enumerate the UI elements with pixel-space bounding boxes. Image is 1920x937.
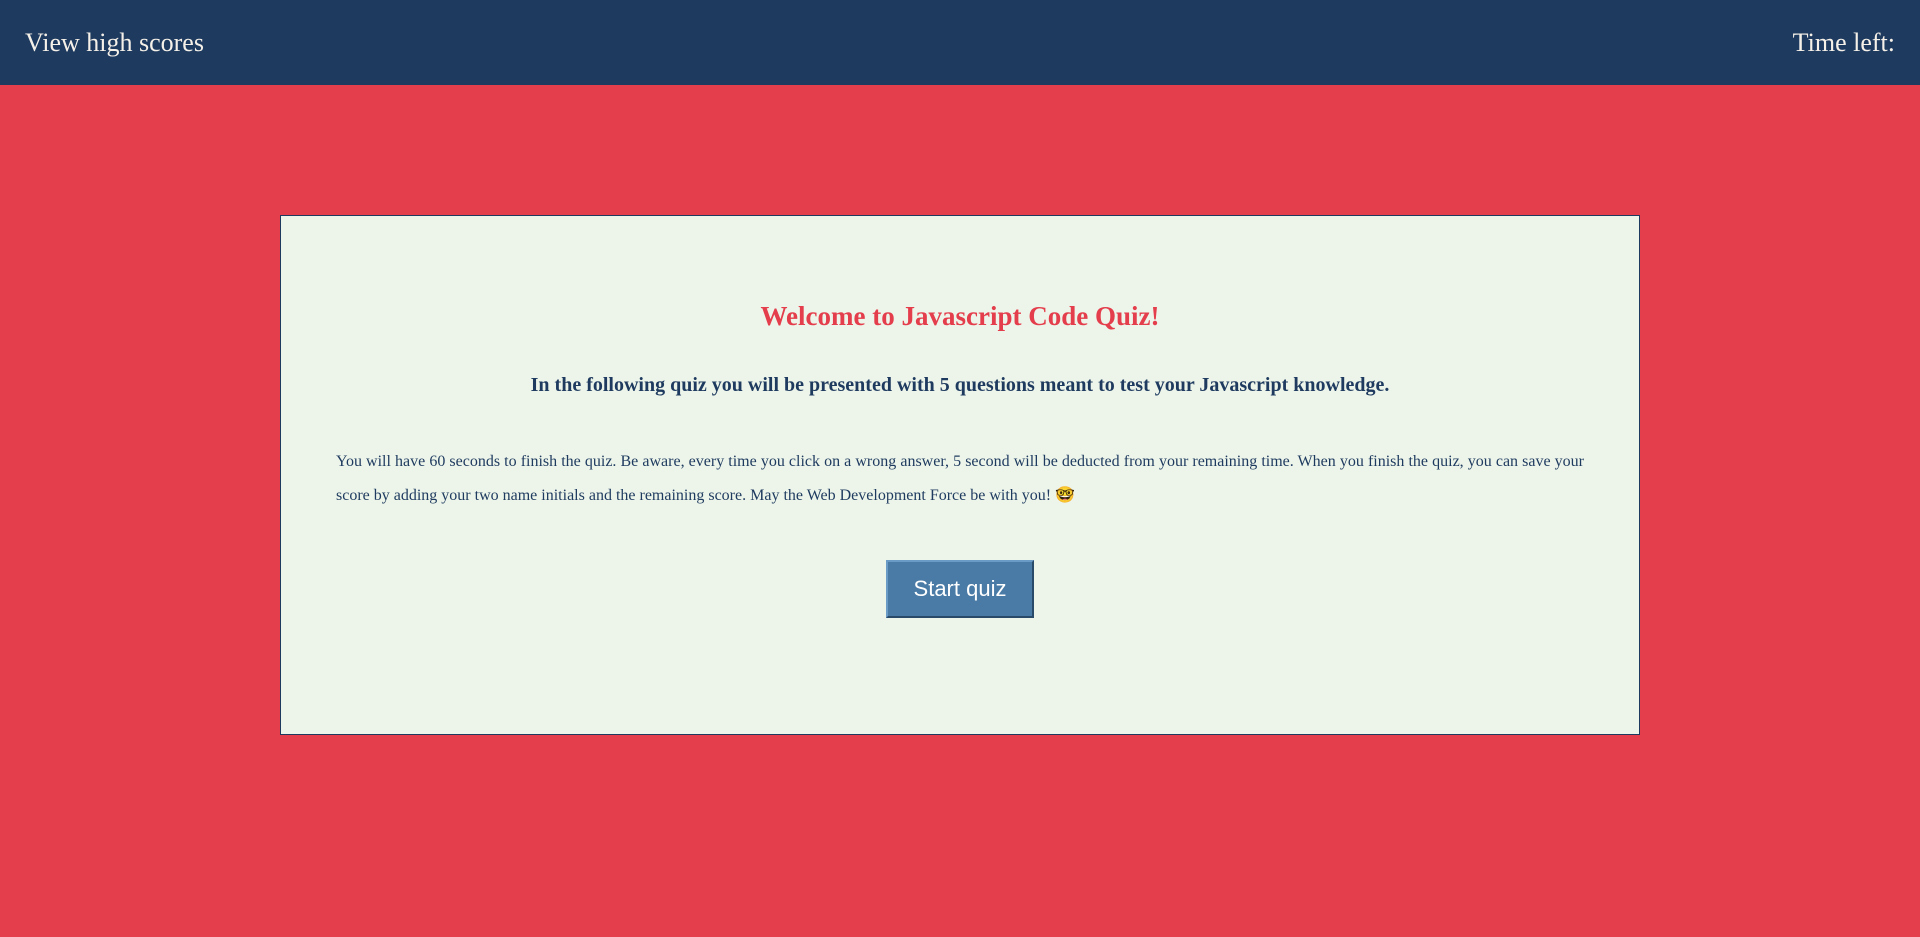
main-container: Welcome to Javascript Code Quiz! In the …	[0, 85, 1920, 735]
time-left-label: Time left:	[1793, 28, 1895, 58]
quiz-subtitle: In the following quiz you will be presen…	[336, 374, 1584, 397]
welcome-title: Welcome to Javascript Code Quiz!	[336, 301, 1584, 332]
quiz-card: Welcome to Javascript Code Quiz! In the …	[280, 215, 1640, 735]
quiz-description: You will have 60 seconds to finish the q…	[336, 445, 1584, 512]
start-quiz-button[interactable]: Start quiz	[886, 560, 1035, 618]
header: View high scores Time left:	[0, 0, 1920, 85]
view-high-scores-link[interactable]: View high scores	[25, 28, 204, 58]
